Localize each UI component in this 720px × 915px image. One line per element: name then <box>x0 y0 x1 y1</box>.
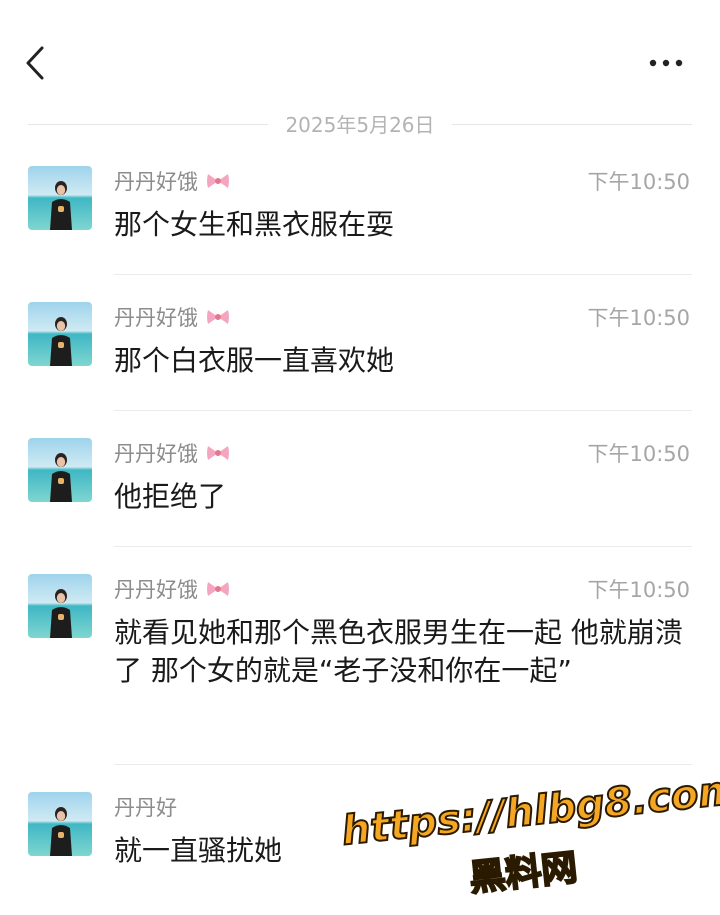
ellipsis-icon <box>649 59 683 67</box>
sender-label: 丹丹好饿 <box>114 306 198 330</box>
avatar-image <box>28 302 92 366</box>
bow-icon <box>205 578 231 607</box>
more-button[interactable] <box>640 48 692 78</box>
message-text: 那个女生和黑衣服在耍 <box>114 208 395 241</box>
message-text: 就看见她和那个黑色衣服男生在一起 他就崩溃了 那个女的就是“老子没和你在一起” <box>114 616 683 687</box>
chat-history-page: 2025年5月26日 丹丹好饿 下午10:50 那个女生和黑衣服在耍 丹丹好饿 … <box>0 0 720 915</box>
sender-label: 丹丹好 <box>114 796 177 820</box>
back-button[interactable] <box>18 40 58 86</box>
message-separator <box>114 764 692 765</box>
message-separator <box>114 546 692 547</box>
watermark: https://hlbg8.com 黑料网 <box>330 757 720 915</box>
avatar-image <box>28 166 92 230</box>
message-time: 下午10:50 <box>587 442 690 466</box>
message-item[interactable]: 丹丹好饿 下午10:50 那个白衣服一直喜欢她 <box>0 302 720 412</box>
message-separator <box>114 274 692 275</box>
avatar-image <box>28 792 92 856</box>
avatar[interactable] <box>28 792 92 856</box>
message-time: 下午10:50 <box>587 170 690 194</box>
message-time: 下午10:50 <box>587 306 690 330</box>
sender-label: 丹丹好饿 <box>114 170 198 194</box>
divider-line <box>452 124 692 125</box>
avatar-image <box>28 574 92 638</box>
top-bar <box>0 0 720 110</box>
sender-label: 丹丹好饿 <box>114 578 198 602</box>
date-divider: 2025年5月26日 <box>28 108 692 142</box>
sender-name: 丹丹好饿 <box>114 168 231 199</box>
avatar[interactable] <box>28 438 92 502</box>
bow-icon <box>205 442 231 471</box>
avatar[interactable] <box>28 302 92 366</box>
sender-name: 丹丹好 <box>114 794 177 822</box>
watermark-name: 黑料网 <box>467 846 581 900</box>
message-time: 下午10:50 <box>587 578 690 602</box>
divider-line <box>28 124 268 125</box>
message-item[interactable]: 丹丹好饿 下午10:50 他拒绝了 <box>0 438 720 548</box>
bow-icon <box>205 170 231 199</box>
avatar-image <box>28 438 92 502</box>
bow-icon <box>205 306 231 335</box>
date-label: 2025年5月26日 <box>285 113 435 137</box>
chevron-left-icon <box>26 46 44 80</box>
watermark-url: https://hlbg8.com <box>339 766 720 856</box>
sender-name: 丹丹好饿 <box>114 304 231 335</box>
message-text: 那个白衣服一直喜欢她 <box>114 344 395 377</box>
avatar[interactable] <box>28 574 92 638</box>
message-item[interactable]: 丹丹好饿 下午10:50 就看见她和那个黑色衣服男生在一起 他就崩溃了 那个女的… <box>0 574 720 764</box>
message-text: 他拒绝了 <box>114 480 227 513</box>
sender-name: 丹丹好饿 <box>114 440 231 471</box>
message-item[interactable]: 丹丹好饿 下午10:50 那个女生和黑衣服在耍 <box>0 166 720 276</box>
message-separator <box>114 410 692 411</box>
sender-label: 丹丹好饿 <box>114 442 198 466</box>
sender-name: 丹丹好饿 <box>114 576 231 607</box>
avatar[interactable] <box>28 166 92 230</box>
